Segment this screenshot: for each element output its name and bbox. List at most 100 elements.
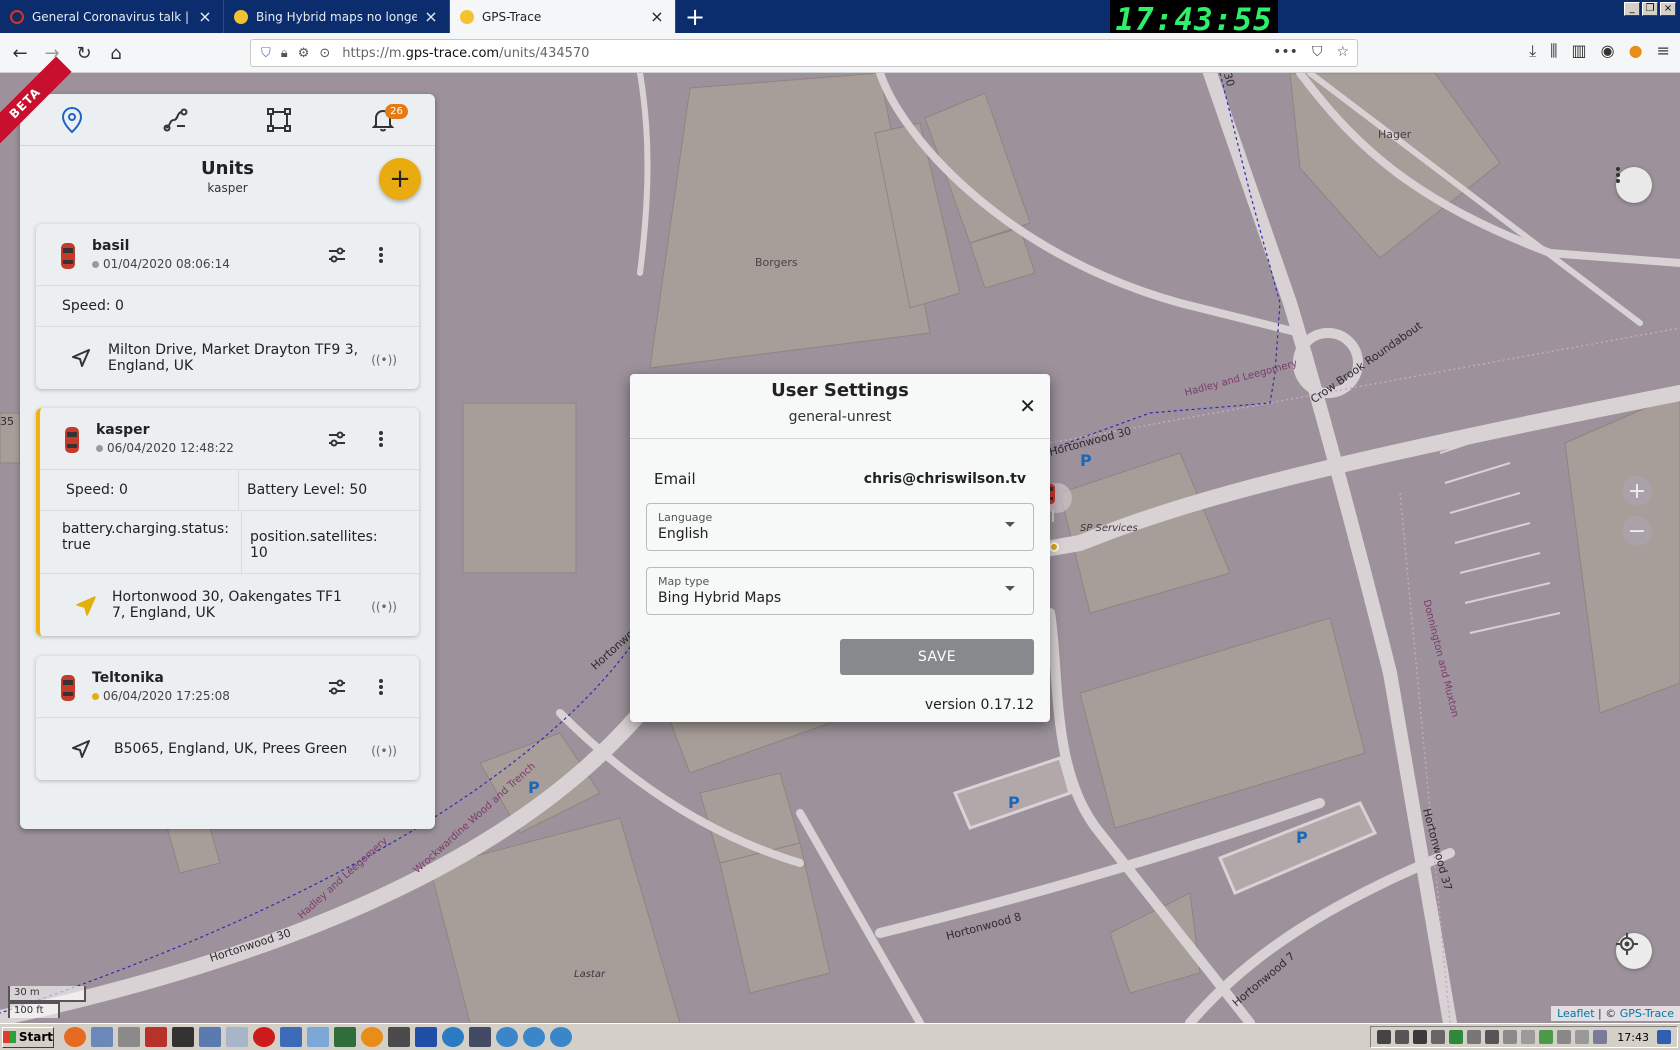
- opera-icon[interactable]: [253, 1027, 275, 1047]
- tab-coronavirus-talk[interactable]: General Coronavirus talk | Page 10 ×: [0, 0, 224, 33]
- tune-icon: [329, 431, 345, 447]
- site-info-icon[interactable]: ⊙: [319, 46, 330, 61]
- downloads-icon[interactable]: ⤓: [1529, 41, 1536, 61]
- restore-button[interactable]: ❐: [1642, 2, 1658, 16]
- explorer-icon[interactable]: [91, 1027, 113, 1047]
- globe-icon[interactable]: [442, 1027, 464, 1047]
- tray-clock[interactable]: 17:43: [1617, 1031, 1649, 1044]
- tray-icon[interactable]: [1395, 1030, 1410, 1044]
- close-tab-icon[interactable]: ×: [197, 7, 213, 26]
- unit-more-button[interactable]: [370, 428, 392, 450]
- unit-address[interactable]: Milton Drive, Market Drayton TF9 3, Engl…: [36, 327, 419, 389]
- zoom-out-button[interactable]: −: [1622, 516, 1652, 546]
- tab-tracks[interactable]: [158, 102, 194, 138]
- unit-more-button[interactable]: [370, 244, 392, 266]
- firefox-icon[interactable]: [64, 1027, 86, 1047]
- tab-gps-trace[interactable]: GPS-Trace ×: [450, 0, 676, 33]
- tray-icon[interactable]: [1593, 1030, 1608, 1044]
- account-icon[interactable]: ◉: [1601, 41, 1615, 61]
- unit-settings-button[interactable]: [326, 676, 348, 698]
- url-text[interactable]: https://m.gps-trace.com/units/434570: [342, 46, 589, 61]
- vehicle-marker-stem: [1052, 510, 1054, 522]
- tab-notifications[interactable]: 26: [365, 102, 408, 138]
- globe-icon[interactable]: [496, 1027, 518, 1047]
- network-icon[interactable]: [1521, 1030, 1536, 1044]
- menu-icon[interactable]: ≡: [1657, 41, 1670, 61]
- signal-icon: ((•)): [371, 744, 397, 758]
- close-icon[interactable]: ✕: [1019, 394, 1036, 418]
- library-icon[interactable]: ⫼: [1550, 41, 1557, 61]
- tray-icon[interactable]: [1485, 1030, 1500, 1044]
- tray-icon[interactable]: [1539, 1030, 1554, 1044]
- url-bar[interactable]: ⛉ 🔒︎ ⚙ ⊙ https://m.gps-trace.com/units/4…: [250, 39, 1358, 67]
- unit-card-kasper[interactable]: kasper 06/04/2020 12:48:22 Speed: 0 Batt…: [36, 408, 419, 636]
- add-unit-button[interactable]: +: [379, 158, 421, 200]
- globe-icon[interactable]: [550, 1027, 572, 1047]
- sidebar-toggle-icon[interactable]: ▥: [1572, 41, 1587, 61]
- close-window-button[interactable]: ×: [1660, 2, 1676, 16]
- unit-address[interactable]: Hortonwood 30, Oakengates TF1 7, England…: [40, 574, 419, 636]
- flag-icon[interactable]: [1503, 1030, 1518, 1044]
- lock-icon[interactable]: 🔒︎: [281, 46, 288, 61]
- gps-trace-link[interactable]: GPS-Trace: [1620, 1007, 1674, 1020]
- home-icon[interactable]: ⌂: [104, 41, 128, 65]
- unit-card-teltonika[interactable]: Teltonika 06/04/2020 17:25:08 B5065, Eng…: [36, 656, 419, 780]
- save-button[interactable]: SAVE: [840, 639, 1034, 675]
- back-icon[interactable]: ←: [8, 41, 32, 65]
- app-icon[interactable]: [415, 1027, 437, 1047]
- permissions-icon[interactable]: ⚙: [298, 46, 310, 61]
- tray-icon[interactable]: [1377, 1030, 1392, 1044]
- new-tab-button[interactable]: +: [680, 0, 710, 33]
- vs-code-icon[interactable]: [280, 1027, 302, 1047]
- command-prompt-icon[interactable]: [172, 1027, 194, 1047]
- tab-bing-hybrid[interactable]: Bing Hybrid maps no longer working ×: [224, 0, 450, 33]
- tab-title: GPS-Trace: [482, 9, 542, 24]
- unit-settings-button[interactable]: [326, 428, 348, 450]
- close-tab-icon[interactable]: ×: [649, 7, 665, 26]
- reload-icon[interactable]: ↻: [72, 41, 96, 65]
- zoom-in-button[interactable]: +: [1622, 476, 1652, 506]
- shield-icon[interactable]: [1449, 1030, 1464, 1044]
- vehicle-position-dot[interactable]: [1049, 542, 1059, 552]
- tab-units[interactable]: [54, 102, 90, 138]
- tab-geofences[interactable]: [261, 102, 297, 138]
- shield-icon[interactable]: ⛉: [261, 46, 271, 61]
- version-text: version 0.17.12: [924, 697, 1034, 713]
- tray-icon[interactable]: [1431, 1030, 1446, 1044]
- map-label-borgers: Borgers: [755, 256, 798, 269]
- building: [479, 732, 601, 834]
- leaflet-link[interactable]: Leaflet: [1557, 1007, 1594, 1020]
- start-button[interactable]: Start: [2, 1026, 54, 1048]
- bookmark-star-icon[interactable]: ☆: [1336, 44, 1349, 60]
- volume-icon[interactable]: [1575, 1030, 1590, 1044]
- tool-icon[interactable]: [118, 1027, 140, 1047]
- extension-icon[interactable]: ●: [1629, 41, 1643, 61]
- unit-settings-button[interactable]: [326, 244, 348, 266]
- firefox-window-icon[interactable]: [361, 1027, 383, 1047]
- notepad-icon[interactable]: [226, 1027, 248, 1047]
- unit-more-button[interactable]: [370, 676, 392, 698]
- windows-flag-icon: [3, 1031, 16, 1043]
- map-label-sp-services: SP Services: [1080, 523, 1138, 534]
- spreadsheet-icon[interactable]: [334, 1027, 356, 1047]
- pocket-icon[interactable]: ⛉: [1312, 44, 1323, 60]
- page-actions-icon[interactable]: •••: [1273, 44, 1298, 60]
- map-menu-button[interactable]: [1616, 167, 1652, 203]
- app-icon[interactable]: [145, 1027, 167, 1047]
- unit-address[interactable]: B5065, England, UK, Prees Green ((•)): [36, 718, 419, 780]
- locate-button[interactable]: [1616, 933, 1652, 969]
- document-icon[interactable]: [307, 1027, 329, 1047]
- unit-card-basil[interactable]: basil 01/04/2020 08:06:14 Speed: 0 Milto…: [36, 224, 419, 389]
- minimize-button[interactable]: _: [1624, 2, 1640, 16]
- tray-icon[interactable]: [1557, 1030, 1572, 1044]
- network-icon[interactable]: [199, 1027, 221, 1047]
- tray-icon[interactable]: [1413, 1030, 1428, 1044]
- close-tab-icon[interactable]: ×: [423, 7, 439, 26]
- tray-icon[interactable]: [1467, 1030, 1482, 1044]
- show-desktop-icon[interactable]: [1657, 1030, 1671, 1044]
- app-icon[interactable]: [388, 1027, 410, 1047]
- globe-icon[interactable]: [523, 1027, 545, 1047]
- map-type-select[interactable]: Map type Bing Hybrid Maps: [646, 567, 1034, 615]
- language-select[interactable]: Language English: [646, 503, 1034, 551]
- app-icon[interactable]: [469, 1027, 491, 1047]
